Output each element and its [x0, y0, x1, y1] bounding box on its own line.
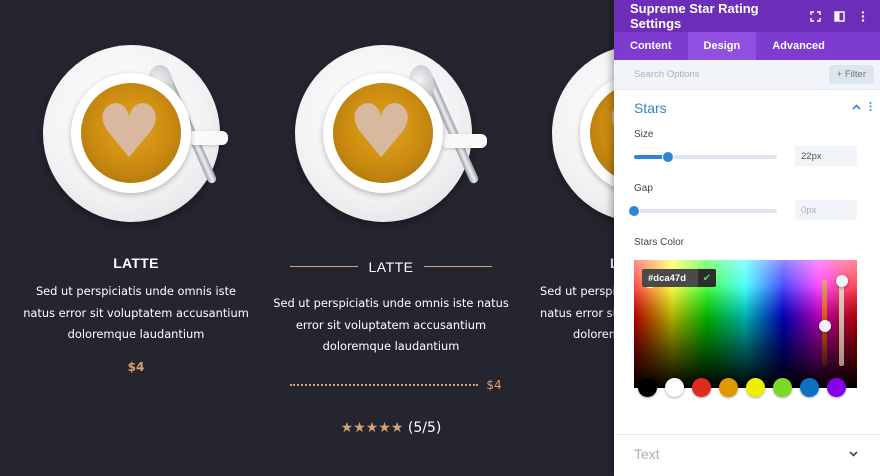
more-options-icon[interactable] [856, 9, 870, 23]
hex-input[interactable]: #dca47d ✔ [642, 269, 716, 287]
settings-panel: Supreme Star Rating Settings Content Des… [614, 0, 880, 476]
color-swatches [638, 378, 846, 397]
section-title: Stars [634, 100, 667, 116]
size-slider-handle[interactable] [663, 152, 674, 162]
product-card-1: ♥ LATTE Sed ut perspiciatis unde omnis i… [0, 0, 272, 476]
hue-slider-handle[interactable] [819, 320, 831, 332]
title-divider-right [424, 266, 492, 267]
gap-value-field[interactable]: 0px [795, 200, 857, 220]
search-options-input[interactable] [634, 69, 829, 80]
chevron-down-icon[interactable] [849, 449, 858, 460]
swatch-green[interactable] [773, 378, 792, 397]
tab-content[interactable]: Content [614, 32, 688, 60]
card-description: Sed ut perspiciatis unde omnis iste natu… [23, 284, 249, 341]
text-section-header[interactable]: Text [634, 446, 858, 462]
card-title: LATTE [368, 259, 414, 275]
star-rating: ★★★★★ (5/5) [272, 420, 510, 436]
filter-button[interactable]: + Filter [828, 65, 874, 84]
star-rating-text: (5/5) [407, 420, 442, 436]
panel-tabs: Content Design Advanced [614, 32, 880, 60]
panel-title: Supreme Star Rating Settings [630, 1, 759, 31]
card-title: LATTE [113, 255, 159, 271]
text-section-title: Text [634, 446, 660, 462]
stars-color-label: Stars Color [634, 237, 685, 248]
size-slider[interactable] [634, 152, 777, 162]
stars-section-header[interactable]: Stars [634, 100, 872, 116]
latte-art-heart-icon: ♥ [348, 89, 415, 175]
tab-design[interactable]: Design [687, 32, 757, 60]
color-picker-area[interactable]: #dca47d ✔ [634, 260, 857, 388]
coffee-cup-image-2: ♥ [295, 45, 495, 245]
swatch-blue[interactable] [800, 378, 819, 397]
price-dotted-leader [290, 384, 478, 386]
panel-header: Supreme Star Rating Settings [614, 0, 880, 32]
tab-advanced[interactable]: Advanced [756, 32, 841, 60]
section-divider [614, 434, 880, 435]
latte-art-heart-icon: ♥ [96, 89, 163, 175]
opacity-slider[interactable] [839, 280, 844, 366]
star-rating-stars: ★★★★★ [340, 420, 404, 436]
gap-slider[interactable] [629, 206, 777, 216]
title-divider-left [290, 266, 358, 267]
swatch-red[interactable] [692, 378, 711, 397]
section-more-icon[interactable] [869, 102, 872, 114]
swatch-yellow[interactable] [746, 378, 765, 397]
gap-slider-handle[interactable] [629, 206, 639, 216]
search-options-row: + Filter [614, 60, 880, 90]
expand-icon[interactable] [808, 9, 822, 23]
coffee-cup-image-1: ♥ [43, 45, 243, 245]
card-price: $4 [127, 360, 145, 374]
gap-label: Gap [634, 183, 653, 194]
hex-value: #dca47d [648, 272, 687, 284]
card-description: Sed ut perspiciatis unde omnis iste natu… [273, 296, 509, 353]
split-view-icon[interactable] [832, 9, 846, 23]
card-price: $4 [486, 378, 502, 392]
opacity-slider-handle[interactable] [836, 275, 848, 287]
swatch-black[interactable] [638, 378, 657, 397]
size-value-field[interactable]: 22px [795, 146, 857, 166]
swatch-white[interactable] [665, 378, 684, 397]
swatch-orange[interactable] [719, 378, 738, 397]
size-label: Size [634, 129, 654, 140]
checkmark-icon[interactable]: ✔ [698, 269, 716, 287]
chevron-up-icon[interactable] [852, 102, 861, 114]
product-card-2: ♥ LATTE Sed ut perspiciatis unde omnis i… [272, 0, 510, 476]
swatch-purple[interactable] [827, 378, 846, 397]
